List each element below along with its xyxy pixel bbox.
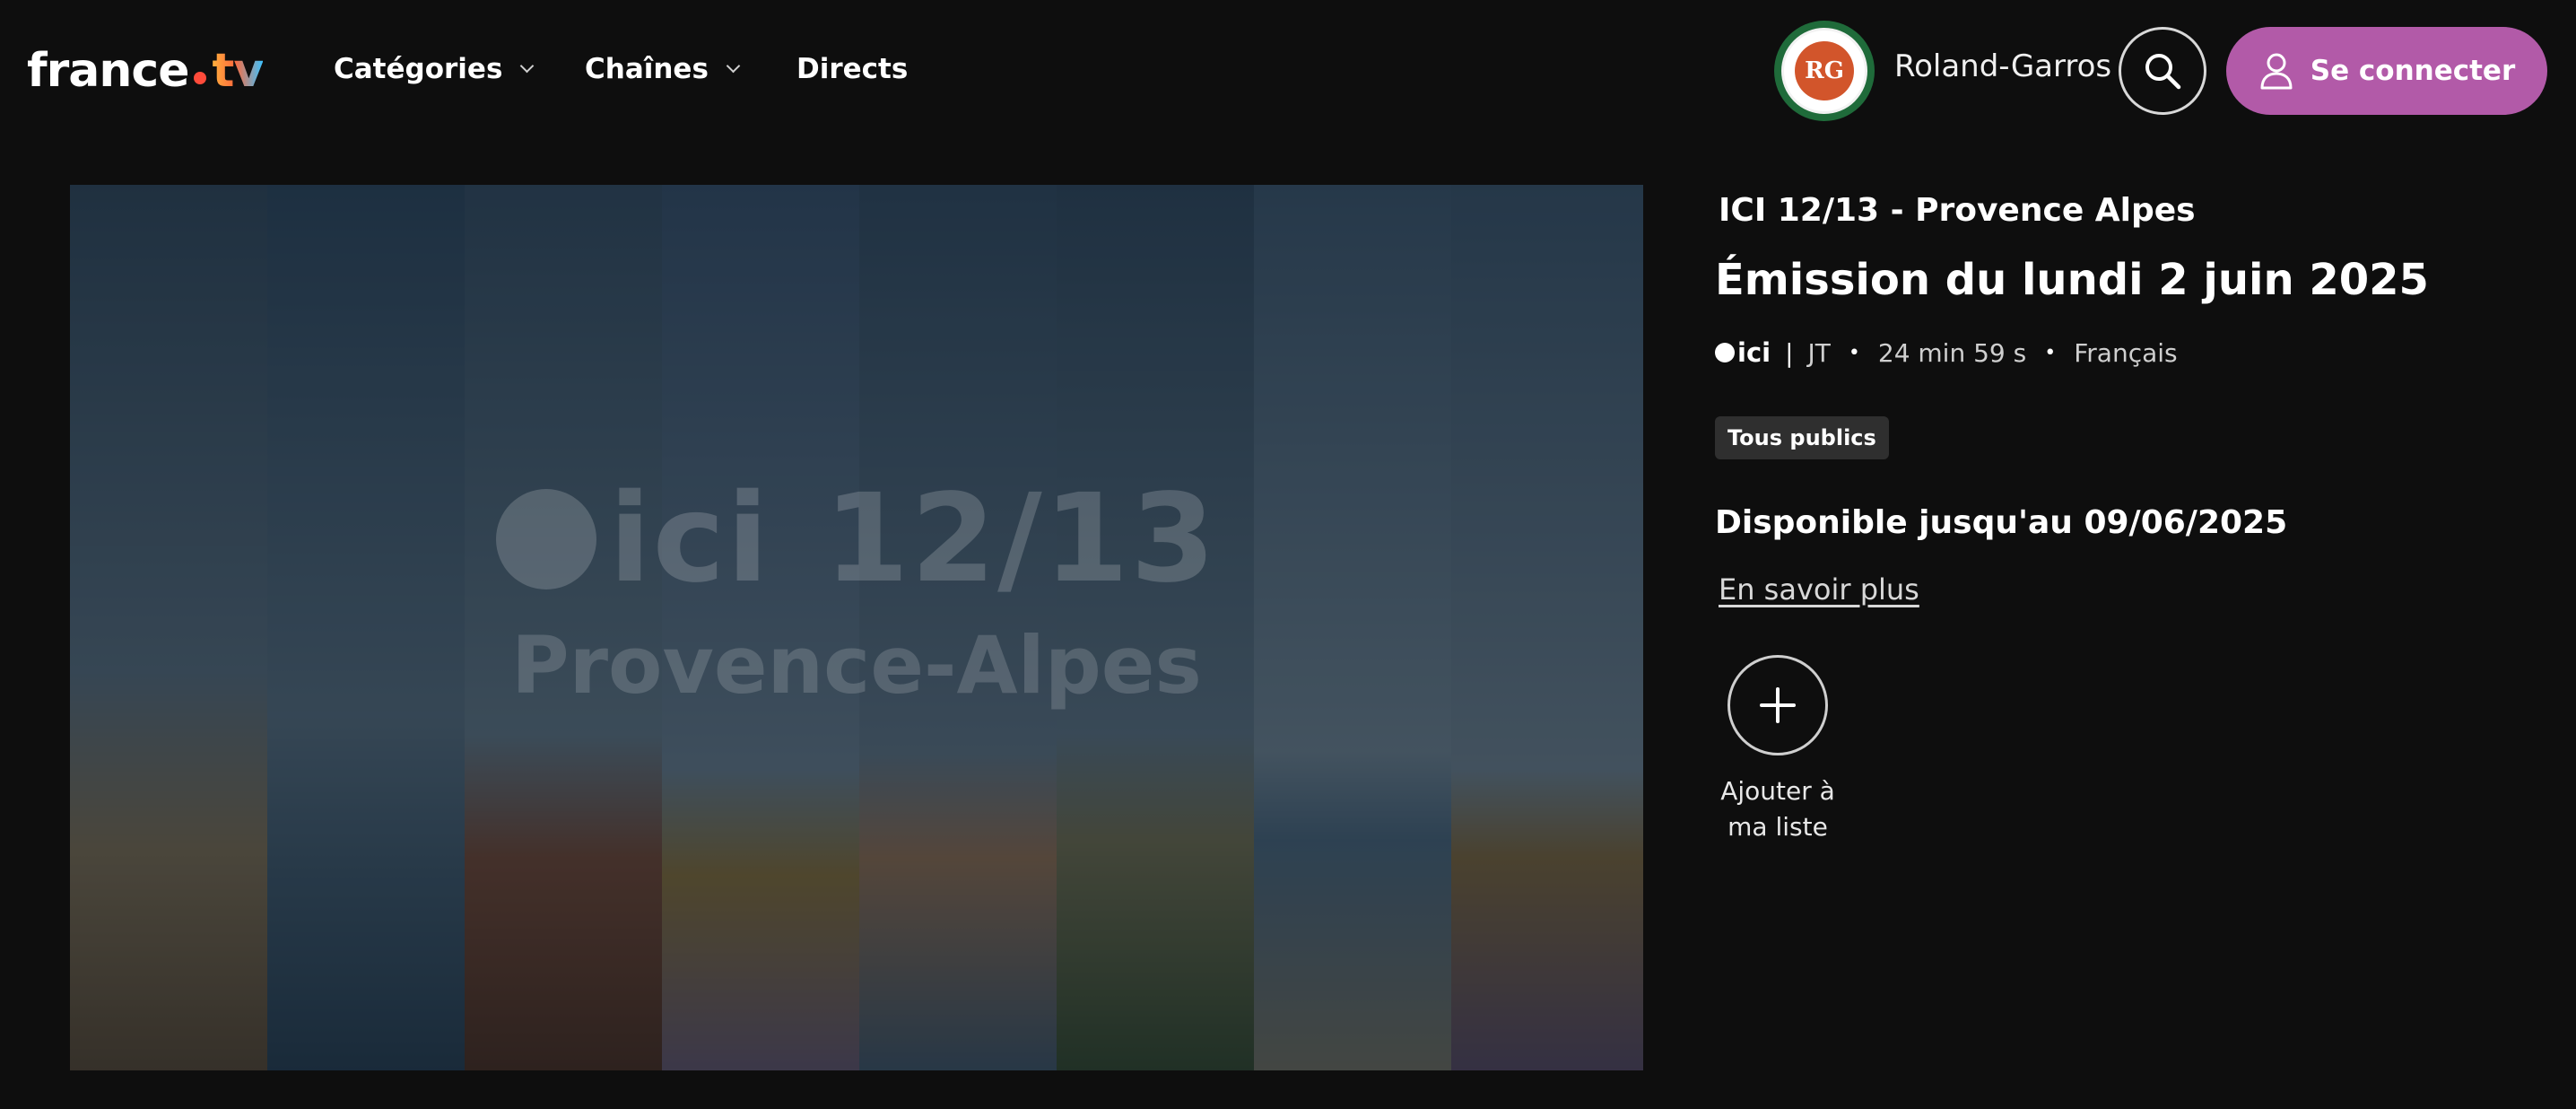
login-label: Se connecter [2310,55,2516,87]
thumbnail-region: Provence-Alpes [511,619,1202,712]
chevron-down-icon [520,58,535,73]
meta-bullet: • [1848,341,1860,364]
plus-icon [1760,687,1796,723]
roland-garros-link[interactable]: Roland-Garros [1894,48,2111,84]
program-duration: 24 min 59 s [1877,337,2027,368]
meta-bullet: • [2044,341,2057,364]
roland-garros-ring: RG [1781,28,1867,114]
search-icon [2145,54,2181,90]
roland-garros-logo[interactable]: RG [1774,21,1875,121]
user-icon [2260,53,2293,90]
thumbnail-title-text: 12/13 [823,468,1218,610]
program-genre: JT [1807,337,1831,368]
meta-separator: | [1785,337,1794,368]
logo-suffix: tv [212,44,264,98]
roland-garros-monogram: RG [1795,41,1854,100]
channel-logo-text: ici [1737,337,1771,368]
learn-more-link[interactable]: En savoir plus [1719,572,1919,607]
program-language: Français [2074,337,2178,368]
top-navigation-bar: france tv Catégories Chaînes Directs RG … [0,0,2576,140]
logo-wordmark: france [27,44,189,98]
channel-logo: ici [1715,337,1771,368]
logo-dot-icon [194,72,207,84]
availability-date: Disponible jusqu'au 09/06/2025 [1715,504,2288,541]
show-name: ICI 12/13 - Provence Alpes [1719,192,2196,229]
episode-title: Émission du lundi 2 juin 2025 [1715,255,2429,305]
program-thumbnail[interactable]: ici 12/13 Provence-Alpes [70,185,1643,1070]
nav-live-label: Directs [796,53,909,85]
add-to-list-label: Ajouter à ma liste [1720,776,1835,842]
search-button[interactable] [2119,27,2206,115]
ici-logo-icon [495,489,596,589]
login-button[interactable]: Se connecter [2226,27,2547,115]
chevron-down-icon [726,58,741,73]
nav-categories[interactable]: Catégories [334,47,535,92]
program-metadata: ici | JT • 24 min 59 s • Français [1715,336,2178,370]
nav-categories-label: Catégories [334,53,503,85]
nav-channels-label: Chaînes [585,53,709,85]
thumbnail-program-title: ici 12/13 [70,468,1643,610]
nav-live[interactable]: Directs [796,47,908,92]
audience-rating-badge: Tous publics [1715,416,1889,459]
add-to-list-button[interactable] [1727,655,1828,755]
nav-channels[interactable]: Chaînes [585,47,741,92]
ici-logo-icon [1715,343,1735,362]
thumbnail-ici-word: ici [608,468,770,610]
francetv-logo[interactable]: france tv [27,41,264,100]
